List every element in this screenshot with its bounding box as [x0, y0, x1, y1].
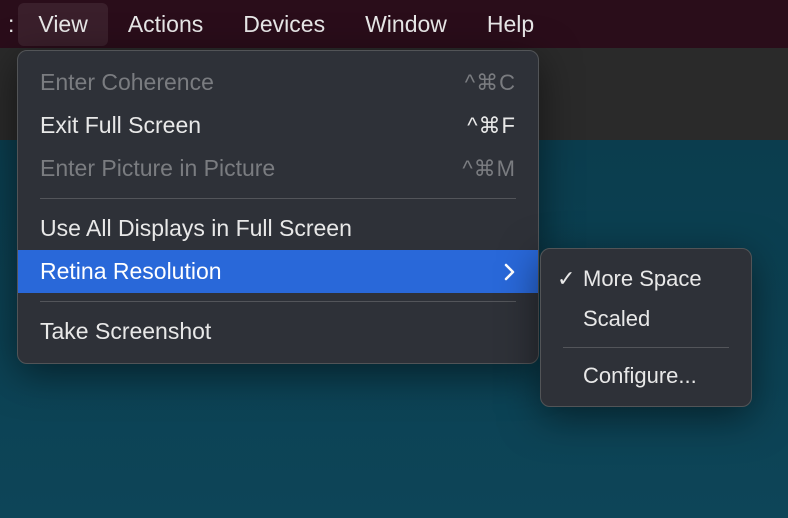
menu-separator	[40, 198, 516, 199]
submenu-item-label: Scaled	[557, 306, 650, 332]
menu-item-retina-resolution[interactable]: Retina Resolution	[18, 250, 538, 293]
menubar-item-window[interactable]: Window	[345, 3, 467, 46]
submenu-item-configure[interactable]: Configure...	[541, 356, 751, 396]
menu-item-label: Use All Displays in Full Screen	[40, 215, 352, 242]
menubar-item-view[interactable]: View	[18, 3, 107, 46]
submenu-item-scaled[interactable]: Scaled	[541, 299, 751, 339]
menubar-item-actions[interactable]: Actions	[108, 3, 223, 46]
retina-resolution-submenu: ✓More Space Scaled Configure...	[540, 248, 752, 407]
menu-separator	[563, 347, 729, 348]
menu-item-label: Enter Picture in Picture	[40, 155, 275, 182]
menu-item-shortcut: ^⌘C	[465, 70, 516, 96]
chevron-right-icon	[504, 263, 516, 281]
menu-item-enter-picture-in-picture: Enter Picture in Picture ^⌘M	[18, 147, 538, 190]
menubar: : View Actions Devices Window Help	[0, 0, 788, 48]
apple-menu-edge: :	[8, 11, 18, 38]
menu-item-label: Take Screenshot	[40, 318, 211, 345]
menu-separator	[40, 301, 516, 302]
menubar-item-help[interactable]: Help	[467, 3, 554, 46]
menu-item-label: Retina Resolution	[40, 258, 222, 285]
menu-item-take-screenshot[interactable]: Take Screenshot	[18, 310, 538, 353]
menu-item-label: Enter Coherence	[40, 69, 214, 96]
checkmark-icon: ✓	[557, 266, 583, 292]
menu-item-label: Exit Full Screen	[40, 112, 201, 139]
menu-item-use-all-displays[interactable]: Use All Displays in Full Screen	[18, 207, 538, 250]
view-menu-dropdown: Enter Coherence ^⌘C Exit Full Screen ^⌘F…	[17, 50, 539, 364]
submenu-item-label: ✓More Space	[557, 266, 702, 292]
menu-item-enter-coherence: Enter Coherence ^⌘C	[18, 61, 538, 104]
menu-item-shortcut: ^⌘M	[462, 156, 516, 182]
menubar-item-devices[interactable]: Devices	[223, 3, 345, 46]
submenu-item-more-space[interactable]: ✓More Space	[541, 259, 751, 299]
submenu-item-label: Configure...	[557, 363, 697, 389]
menu-item-shortcut: ^⌘F	[467, 113, 516, 139]
menu-item-exit-full-screen[interactable]: Exit Full Screen ^⌘F	[18, 104, 538, 147]
